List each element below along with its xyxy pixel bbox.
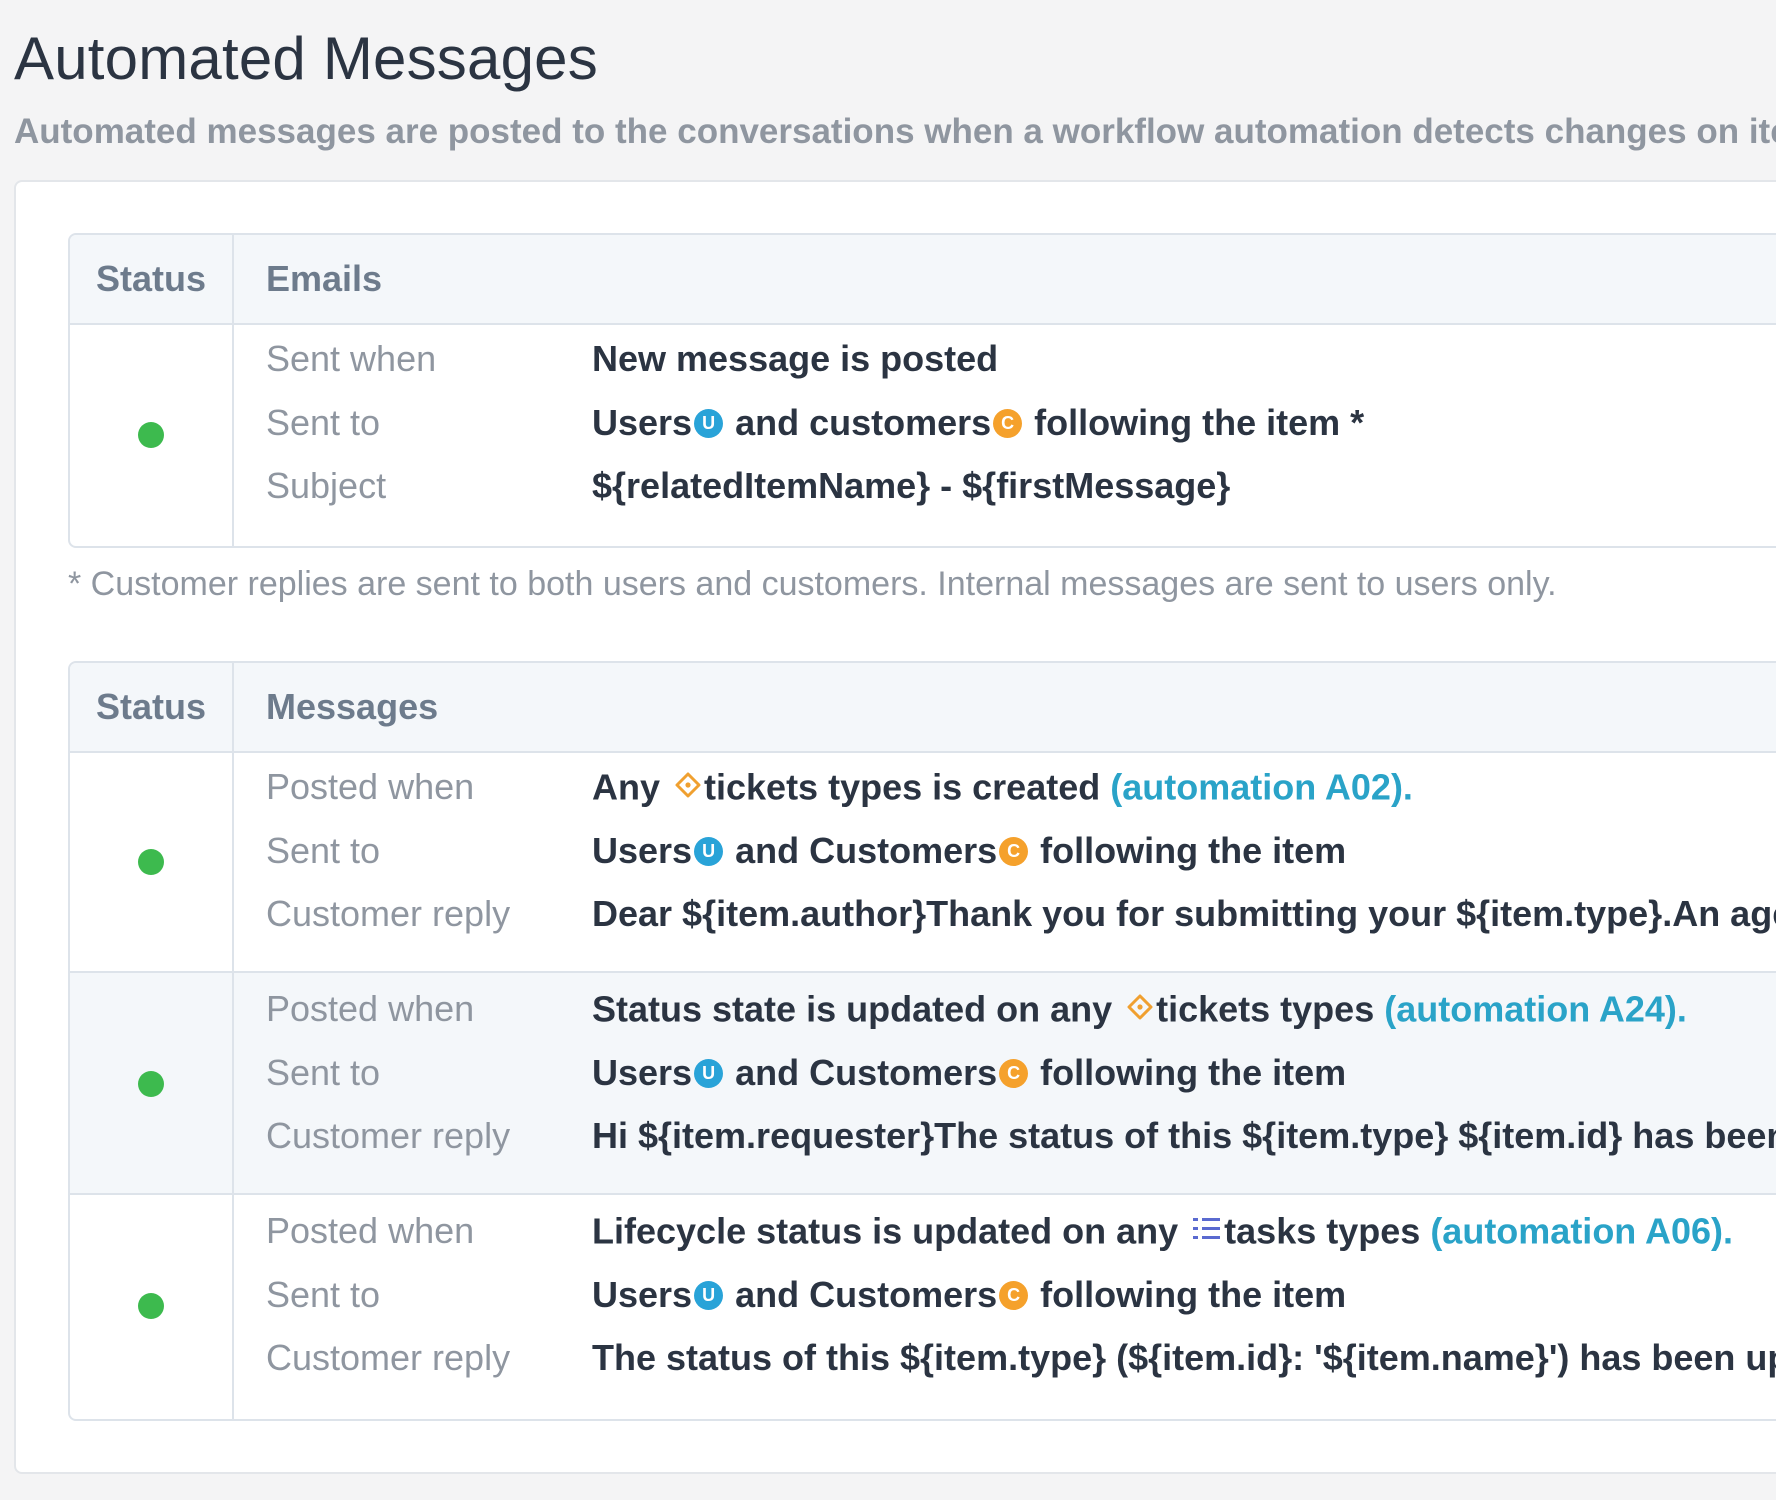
sent-to-row: Sent to Users Uand customers Cfollowing th…: [70, 387, 1776, 459]
message-rule[interactable]: Posted when Any tickets types is created …: [70, 751, 1776, 971]
sent-to-value: Users Uand Customers Cfollowing the item: [592, 1037, 1346, 1109]
customer-badge-icon: C: [993, 408, 1023, 438]
trigger-text: Status state is updated on any: [592, 988, 1113, 1030]
customer-badge-icon: C: [999, 1280, 1029, 1310]
posted-when-value: Any tickets types is created (automation …: [592, 751, 1413, 823]
recipient-customers: and Customers: [735, 1052, 998, 1093]
recipient-users: Users: [592, 1274, 693, 1315]
email-rule[interactable]: Sent when New message is posted Sent to …: [70, 323, 1776, 546]
sent-when-value: New message is posted: [592, 338, 999, 379]
status-column-header: Status: [95, 258, 207, 299]
sent-when-label: Sent when: [266, 338, 437, 379]
posted-when-label: Posted when: [266, 1210, 475, 1251]
recipient-suffix: following the item: [1040, 1274, 1347, 1315]
customer-reply-label: Customer reply: [266, 893, 511, 934]
customer-badge-icon: C: [999, 1058, 1029, 1088]
recipient-customers: and Customers: [735, 1274, 998, 1315]
customer-reply-row: Customer reply Hi ${item.requester}The s…: [70, 1100, 1776, 1172]
user-badge-icon: U: [694, 836, 724, 866]
sent-to-row: Sent to Users Uand Customers Cfollowing th…: [70, 1037, 1776, 1109]
emails-table-header: Status Emails: [70, 235, 1776, 325]
message-rule[interactable]: Posted when Status state is updated on a…: [70, 971, 1776, 1195]
recipient-suffix: following the item: [1040, 830, 1347, 871]
recipient-suffix: following the item: [1040, 1052, 1347, 1093]
customer-reply-value: Dear ${item.author}Thank you for submitt…: [592, 893, 1776, 934]
automation-link[interactable]: (automation A24).: [1384, 989, 1687, 1030]
sent-to-row: Sent to Users Uand Customers Cfollowing th…: [70, 1259, 1776, 1331]
recipient-customers: and customers: [735, 402, 992, 443]
emails-column-header: Emails: [266, 258, 383, 299]
recipient-users: Users: [592, 830, 693, 871]
recipient-users: Users: [592, 1052, 693, 1093]
sent-to-value: Users Uand customers Cfollowing the item *: [592, 387, 1364, 459]
sent-to-label: Sent to: [266, 402, 381, 443]
posted-when-label: Posted when: [266, 766, 475, 807]
posted-when-row: Posted when Lifecycle status is updated …: [70, 1195, 1776, 1267]
sent-to-row: Sent to Users Uand Customers Cfollowing th…: [70, 815, 1776, 887]
customer-reply-label: Customer reply: [266, 1115, 511, 1156]
subject-value: ${relatedItemName} - ${firstMessage}: [592, 465, 1231, 506]
messages-column-header: Messages: [266, 686, 439, 727]
status-column-header: Status: [95, 686, 207, 727]
recipient-suffix: following the item *: [1034, 402, 1365, 443]
automation-link[interactable]: (automation A02).: [1110, 767, 1413, 808]
posted-when-row: Posted when Any tickets types is created …: [70, 751, 1776, 823]
message-rule[interactable]: Posted when Lifecycle status is updated …: [70, 1193, 1776, 1419]
ticket-icon: [674, 751, 702, 823]
sent-to-label: Sent to: [266, 1274, 381, 1315]
emails-table: Status Emails Sent when New message is p…: [68, 233, 1776, 548]
page-title: Automated Messages: [14, 25, 598, 92]
item-type: tasks types: [1224, 1210, 1421, 1252]
user-badge-icon: U: [694, 408, 724, 438]
posted-when-label: Posted when: [266, 988, 475, 1029]
recipient-customers: and Customers: [735, 830, 998, 871]
user-badge-icon: U: [694, 1058, 724, 1088]
automation-link[interactable]: (automation A06).: [1430, 1211, 1733, 1252]
sent-when-row: Sent when New message is posted: [70, 323, 1776, 395]
emails-footnote: * Customer replies are sent to both user…: [68, 565, 1557, 603]
customer-reply-label: Customer reply: [266, 1337, 511, 1378]
automated-messages-page: Automated Messages Automated messages ar…: [0, 0, 1776, 1500]
posted-when-row: Posted when Status state is updated on a…: [70, 973, 1776, 1045]
task-list-icon: [1192, 1195, 1222, 1267]
trigger-text: Lifecycle status is updated on any: [592, 1210, 1179, 1252]
customer-reply-value: Hi ${item.requester}The status of this $…: [592, 1115, 1776, 1156]
sent-to-value: Users Uand Customers Cfollowing the item: [592, 815, 1346, 887]
item-type: tickets types is created: [704, 766, 1101, 808]
column-divider: [232, 663, 234, 1419]
customer-badge-icon: C: [999, 836, 1029, 866]
page-description: Automated messages are posted to the con…: [14, 112, 1776, 151]
subject-label: Subject: [266, 465, 387, 506]
user-badge-icon: U: [694, 1280, 724, 1310]
posted-when-value: Status state is updated on any tickets ty…: [592, 973, 1687, 1045]
sent-to-label: Sent to: [266, 1052, 381, 1093]
ticket-icon: [1126, 973, 1154, 1045]
customer-reply-row: Customer reply Dear ${item.author}Thank …: [70, 878, 1776, 950]
messages-table: Status Messages Posted when Any tickets t…: [68, 661, 1776, 1421]
messages-table-header: Status Messages: [70, 663, 1776, 753]
posted-when-value: Lifecycle status is updated on any tasks …: [592, 1195, 1733, 1267]
customer-reply-value: The status of this ${item.type} (${item.…: [592, 1337, 1776, 1378]
item-type: tickets types: [1156, 988, 1375, 1030]
customer-reply-row: Customer reply The status of this ${item…: [70, 1322, 1776, 1394]
subject-row: Subject ${relatedItemName} - ${firstMess…: [70, 450, 1776, 522]
sent-to-value: Users Uand Customers Cfollowing the item: [592, 1259, 1346, 1331]
recipient-users: Users: [592, 402, 693, 443]
sent-to-label: Sent to: [266, 830, 381, 871]
trigger-text: Any: [592, 766, 661, 808]
